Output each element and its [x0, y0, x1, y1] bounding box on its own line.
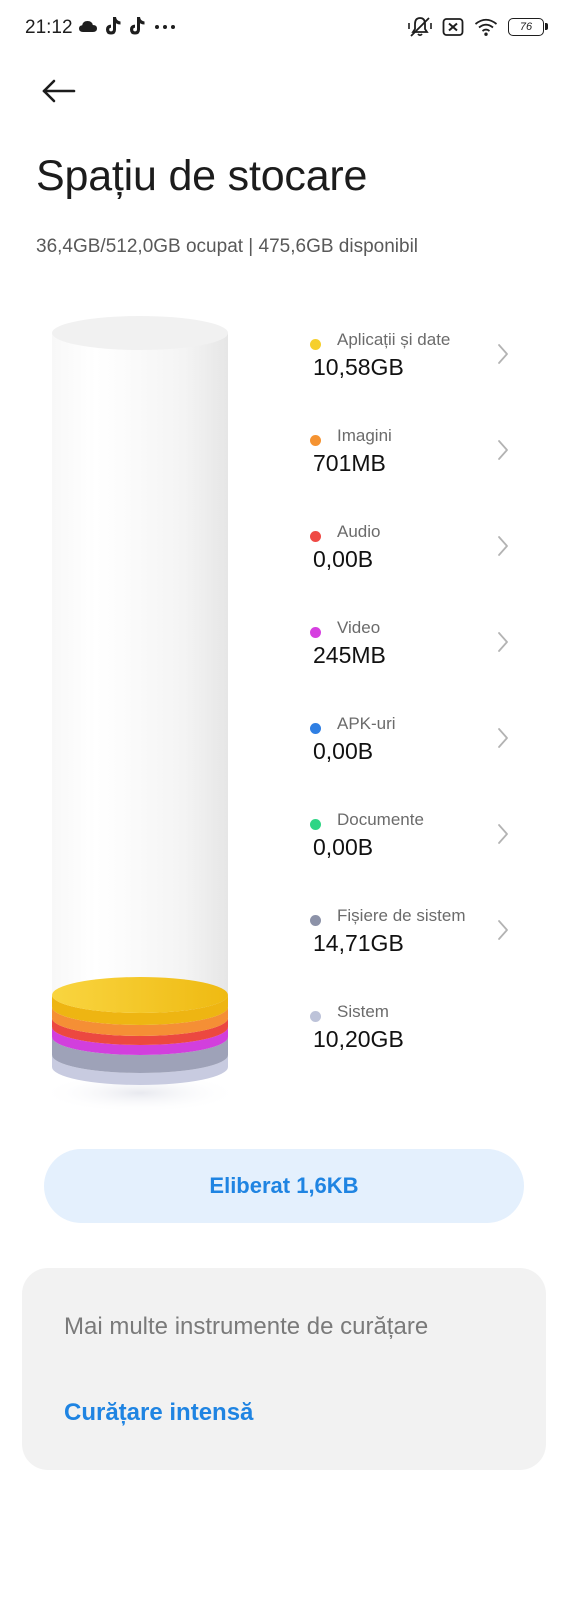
- category-size: 0,00B: [313, 834, 374, 860]
- battery-indicator: 76: [508, 18, 548, 36]
- chevron-right-icon: [498, 728, 508, 748]
- category-color-dot: [310, 723, 321, 734]
- page-title: Spațiu de stocare: [36, 152, 368, 200]
- back-button[interactable]: [38, 72, 82, 112]
- category-color-dot: [310, 531, 321, 542]
- category-item[interactable]: Audio 0,00B: [310, 522, 540, 618]
- category-item[interactable]: Video 245MB: [310, 618, 540, 714]
- category-label: Documente: [337, 810, 424, 829]
- category-label: Audio: [337, 522, 381, 541]
- status-bar: 21:12 76: [0, 0, 568, 56]
- storage-screen: 21:12 76 Spațiu de stocare 36,4GB/512,0G…: [0, 0, 568, 1600]
- category-label: Sistem: [337, 1002, 389, 1021]
- tiktok-icon: [106, 17, 121, 35]
- status-time: 21:12: [25, 17, 73, 38]
- category-list: Aplicații și date 10,58GB Imagini 701MB Audi…: [310, 330, 540, 1098]
- arrow-left-icon: [42, 79, 76, 103]
- cloud-icon: [79, 21, 97, 32]
- chevron-right-icon: [498, 824, 508, 844]
- category-item[interactable]: Imagini 701MB: [310, 426, 540, 522]
- more-icon: [155, 25, 175, 29]
- category-size: 10,58GB: [313, 354, 404, 380]
- category-color-dot: [310, 627, 321, 638]
- chevron-right-icon: [498, 344, 508, 364]
- tiktok-icon: [130, 17, 145, 35]
- status-right-icons: 76: [408, 16, 548, 38]
- vibrate-off-icon: [408, 17, 432, 37]
- category-label: Fișiere de sistem: [337, 906, 466, 925]
- category-label: APK-uri: [337, 714, 396, 733]
- chevron-right-icon: [498, 536, 508, 556]
- no-sim-icon: [442, 18, 464, 36]
- status-left-icons: [78, 16, 178, 36]
- chevron-right-icon: [498, 632, 508, 652]
- category-size: 701MB: [313, 450, 386, 476]
- deep-clean-link[interactable]: Curățare intensă: [64, 1399, 253, 1427]
- category-item: Sistem 10,20GB: [310, 1002, 540, 1098]
- cleaning-tools-title: Mai multe instrumente de curățare: [64, 1313, 429, 1340]
- wifi-icon: [474, 18, 498, 36]
- category-size: 245MB: [313, 642, 386, 668]
- free-space-button[interactable]: Eliberat 1,6KB: [44, 1149, 524, 1223]
- storage-summary: 36,4GB/512,0GB ocupat | 475,6GB disponib…: [36, 236, 419, 257]
- category-label: Imagini: [337, 426, 392, 445]
- category-size: 14,71GB: [313, 930, 404, 956]
- category-item[interactable]: APK-uri 0,00B: [310, 714, 540, 810]
- category-size: 0,00B: [313, 738, 374, 764]
- category-color-dot: [310, 1011, 321, 1022]
- category-color-dot: [310, 915, 321, 926]
- storage-cylinder: [40, 316, 240, 1113]
- category-item[interactable]: Aplicații și date 10,58GB: [310, 330, 540, 426]
- category-color-dot: [310, 339, 321, 350]
- category-size: 10,20GB: [313, 1026, 404, 1052]
- chevron-right-icon: [498, 920, 508, 940]
- category-label: Video: [337, 618, 381, 637]
- category-label: Aplicații și date: [337, 330, 451, 349]
- category-color-dot: [310, 819, 321, 830]
- category-item[interactable]: Documente 0,00B: [310, 810, 540, 906]
- cleaning-tools-card: Mai multe instrumente de curățare Curăța…: [22, 1268, 546, 1470]
- chevron-right-icon: [498, 440, 508, 460]
- category-size: 0,00B: [313, 546, 374, 572]
- category-color-dot: [310, 435, 321, 446]
- category-item[interactable]: Fișiere de sistem 14,71GB: [310, 906, 540, 1002]
